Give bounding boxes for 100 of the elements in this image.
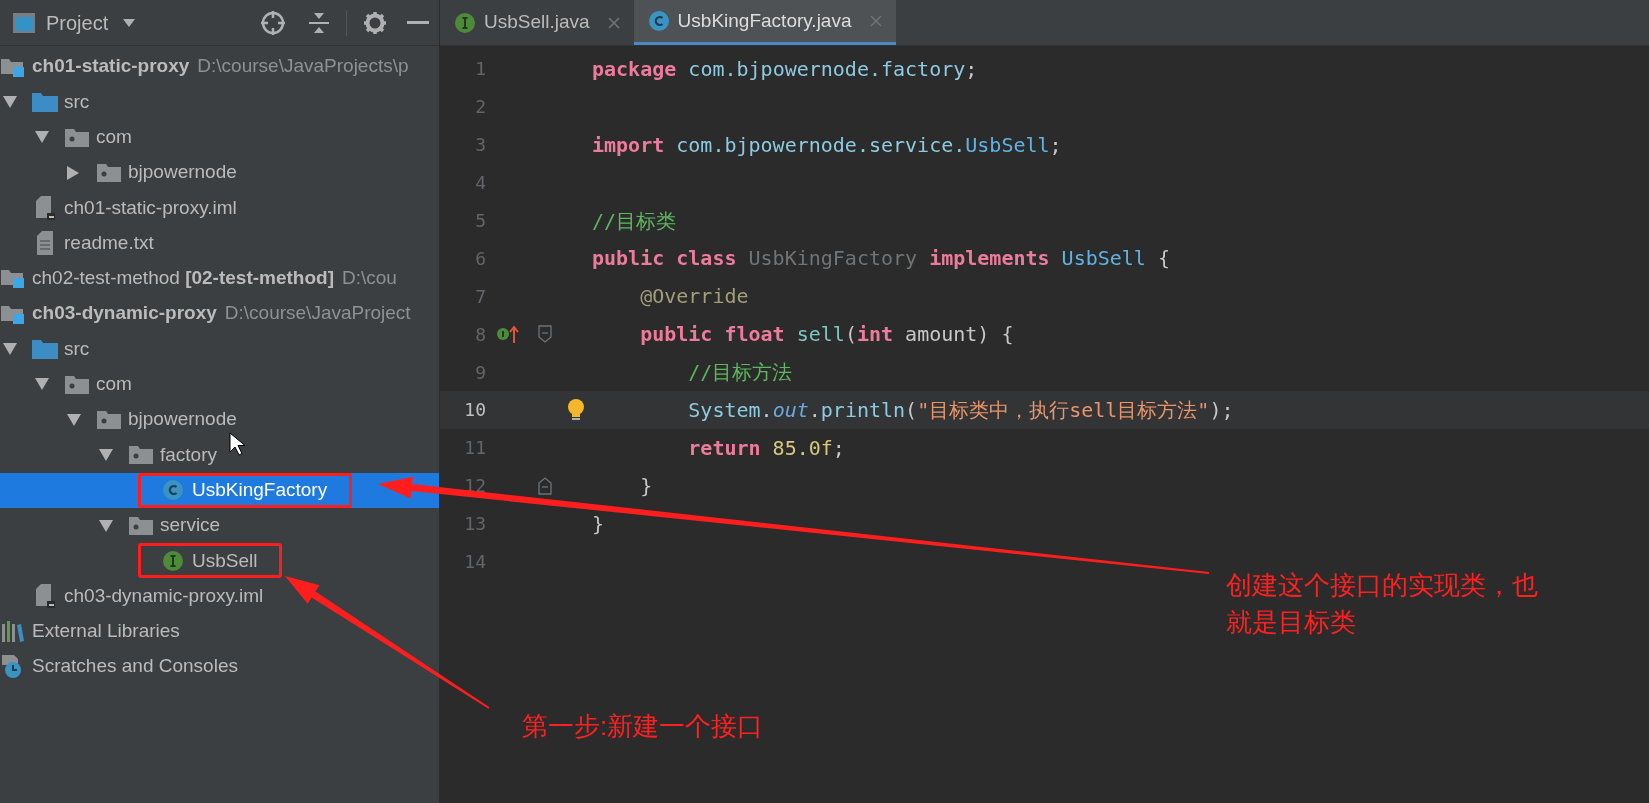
expand-arrow-icon[interactable] [66, 412, 82, 427]
module-path: D:\course\JavaProject [224, 301, 411, 326]
tree-item[interactable]: readme.txt [0, 225, 439, 261]
editor-tab[interactable]: UsbKingFactory.java [633, 0, 896, 45]
text-file-icon [35, 231, 55, 256]
code-line: public class UsbKingFactory implements UsbSell { [592, 245, 1170, 273]
dropdown-caret-icon[interactable] [122, 17, 137, 28]
tree-item-label: UsbSell [192, 548, 258, 573]
package-folder-icon [97, 163, 121, 183]
class-icon [162, 479, 184, 502]
class-icon [647, 10, 670, 32]
file-icon [35, 195, 55, 220]
package-folder-icon [65, 374, 89, 394]
tree-item-label: readme.txt [64, 230, 154, 255]
interface-icon [162, 549, 184, 572]
annotation-note: 第一步:新建一个接口 [522, 710, 764, 743]
file-icon [35, 584, 55, 609]
tree-item-label: Scratches and Consoles [32, 654, 238, 679]
editor-tab[interactable]: UsbSell.java [440, 0, 634, 45]
code-line: System.out.println("目标类中，执行sell目标方法"); [687, 396, 1234, 424]
package-folder-icon [129, 445, 153, 465]
tree-item-label: factory [160, 442, 218, 467]
collapse-arrow-icon[interactable] [66, 164, 80, 181]
expand-arrow-icon[interactable] [2, 94, 18, 109]
interface-icon [454, 11, 476, 34]
tree-item-label: bjpowernode [128, 407, 237, 432]
line-number: 11 [463, 436, 486, 461]
code-line: //目标类 [592, 207, 677, 235]
code-line: return 85.0f; [687, 434, 845, 462]
module-path: D:\course\JavaProjects\p [197, 54, 409, 79]
settings-icon[interactable] [363, 10, 387, 35]
tree-item-label: ch02-test-method [02-test-method] [32, 266, 334, 291]
line-number: 4 [474, 171, 486, 196]
tree-item[interactable]: com [0, 119, 439, 155]
code-line: package com.bjpowernode.factory; [592, 55, 978, 83]
tree-item[interactable]: Scratches and Consoles [0, 649, 439, 685]
line-number: 9 [474, 360, 486, 385]
expand-arrow-icon[interactable] [34, 130, 50, 145]
package-folder-icon [97, 410, 121, 430]
expand-arrow-icon[interactable] [2, 342, 18, 356]
code-line: public float sell(int amount) { [639, 321, 1014, 349]
code-line: import com.bjpowernode.service.UsbSell; [592, 131, 1062, 159]
lightbulb-icon[interactable] [567, 397, 585, 422]
expand-arrow-icon[interactable] [34, 377, 50, 392]
tree-item[interactable]: UsbKingFactory [0, 472, 439, 508]
implements-marker-icon[interactable] [496, 324, 520, 345]
code-line: //目标方法 [687, 359, 793, 387]
tree-item-label: service [160, 513, 221, 538]
tree-item[interactable]: ch03-dynamic-proxy.iml [0, 578, 439, 614]
tree-item[interactable]: bjpowernode [0, 154, 439, 191]
code-line: } [592, 510, 605, 538]
code-line: } [639, 472, 653, 500]
tree-item-label: com [96, 372, 132, 397]
tree-item[interactable]: service [0, 507, 439, 544]
line-number: 10 [463, 398, 486, 423]
locate-target-icon[interactable] [260, 9, 286, 36]
tree-item-label: ch01-static-proxy [32, 54, 190, 79]
tree-item-label: External Libraries [32, 619, 180, 644]
tree-item-label: ch03-dynamic-proxy.iml [64, 583, 264, 608]
package-folder-icon [129, 516, 153, 535]
tree-item-label: ch01-static-proxy.iml [64, 195, 237, 220]
folder-icon [32, 91, 58, 112]
tree-item-label: src [64, 89, 90, 114]
line-number: 6 [474, 246, 486, 271]
package-folder-icon [65, 127, 89, 147]
expand-arrow-icon[interactable] [98, 447, 114, 462]
fold-marker-icon[interactable] [538, 476, 552, 495]
tree-item[interactable]: src [0, 84, 439, 120]
line-number: 8 [474, 322, 486, 347]
line-number: 14 [463, 550, 486, 574]
fold-marker-icon[interactable] [538, 325, 552, 344]
tree-item[interactable]: UsbSell [0, 543, 439, 579]
tree-item-label: UsbKingFactory [192, 477, 328, 502]
line-number: 5 [474, 209, 486, 233]
tree-item[interactable]: ch01-static-proxy.iml [0, 190, 439, 226]
annotation-note: 创建这个接口的实现类，也就是目标类 [1226, 569, 1539, 639]
tree-item-label: bjpowernode [128, 160, 237, 185]
tree-item[interactable]: External Libraries [0, 613, 439, 650]
tree-item[interactable]: ch01-static-proxy D:\course\JavaProjects\p [0, 49, 439, 85]
mouse-cursor-icon [229, 432, 245, 456]
line-number: 3 [474, 133, 486, 158]
code-line: @Override [639, 283, 749, 311]
module-path: D:\cou [342, 266, 397, 291]
tree-item[interactable]: ch02-test-method [02-test-method] D:\cou [0, 260, 439, 297]
collapse-all-icon[interactable] [308, 10, 330, 35]
tree-item-label: com [96, 125, 132, 149]
tree-item[interactable]: factory [0, 437, 439, 473]
tree-item[interactable]: bjpowernode [0, 401, 439, 438]
tree-item[interactable]: src [0, 331, 439, 367]
minimize-icon[interactable] [407, 20, 429, 25]
library-icon [2, 620, 24, 643]
scratches-icon [2, 654, 24, 679]
tree-item[interactable]: com [0, 366, 439, 402]
tree-item-label: ch03-dynamic-proxy [32, 301, 217, 326]
tree-item[interactable]: ch03-dynamic-proxy D:\course\JavaProject [0, 296, 439, 332]
folder-icon [32, 339, 58, 359]
tree-item-label: src [64, 336, 90, 361]
expand-arrow-icon[interactable] [98, 518, 114, 533]
panel-title[interactable]: Project [46, 7, 109, 38]
line-number: 1 [474, 57, 486, 82]
